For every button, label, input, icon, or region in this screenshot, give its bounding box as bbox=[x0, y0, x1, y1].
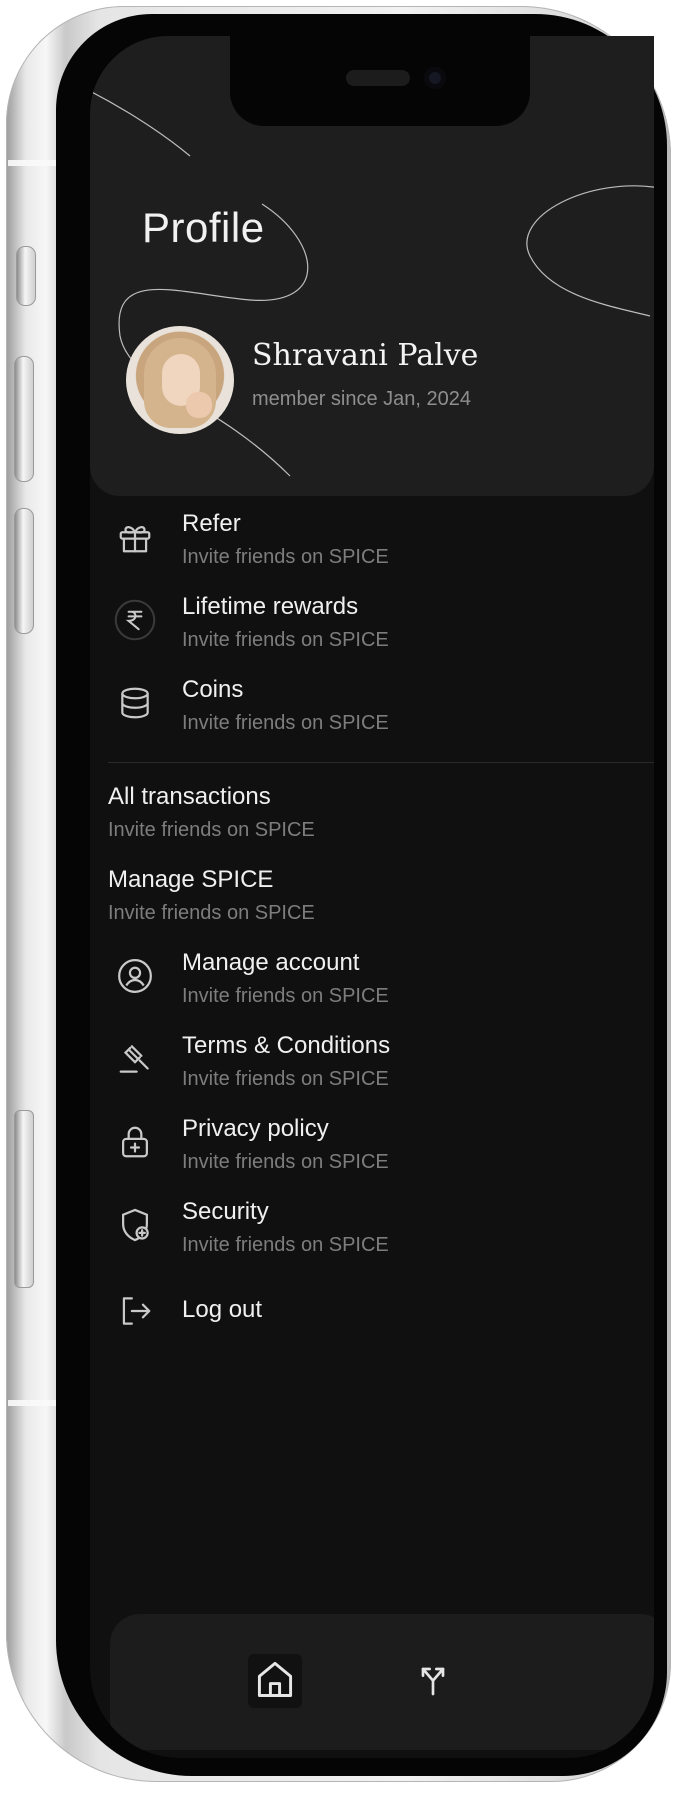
menu-item-title: Refer bbox=[182, 510, 241, 537]
logout-icon bbox=[112, 1288, 158, 1334]
menu-item-subtitle: Invite friends on SPICE bbox=[182, 629, 389, 651]
bottom-nav bbox=[110, 1614, 654, 1750]
front-camera bbox=[424, 67, 446, 89]
profile-header: Profile Shravani Palve member since Jan,… bbox=[90, 36, 654, 496]
menu-item-privacy[interactable]: Privacy policy Invite friends on SPICE bbox=[90, 1111, 654, 1181]
speaker-grille bbox=[346, 70, 410, 86]
coins-icon bbox=[112, 680, 158, 726]
user-circle-icon bbox=[112, 953, 158, 999]
volume-up-button bbox=[14, 356, 34, 482]
menu-item-subtitle: Invite friends on SPICE bbox=[182, 1151, 389, 1173]
app-screen: Profile Shravani Palve member since Jan,… bbox=[90, 36, 654, 1758]
menu-item-title: All transactions bbox=[108, 783, 271, 810]
home-icon bbox=[253, 1657, 297, 1706]
avatar[interactable] bbox=[126, 326, 234, 434]
menu-item-title: Coins bbox=[182, 676, 244, 703]
menu-item-refer[interactable]: Refer Invite friends on SPICE bbox=[90, 506, 654, 576]
menu-item-subtitle: Invite friends on SPICE bbox=[182, 546, 389, 568]
menu-item-subtitle: Invite friends on SPICE bbox=[108, 902, 315, 924]
menu-item-manage-account[interactable]: Manage account Invite friends on SPICE bbox=[90, 945, 654, 1015]
menu-item-title: Manage account bbox=[182, 949, 360, 976]
menu-item-title: Lifetime rewards bbox=[182, 593, 359, 620]
menu-item-subtitle: Invite friends on SPICE bbox=[182, 985, 389, 1007]
menu-item-subtitle: Invite friends on SPICE bbox=[182, 712, 389, 734]
menu-item-subtitle: Invite friends on SPICE bbox=[182, 1068, 389, 1090]
menu-item-subtitle: Invite friends on SPICE bbox=[108, 819, 315, 841]
menu-item-title: Privacy policy bbox=[182, 1115, 329, 1142]
section-divider bbox=[108, 762, 654, 763]
member-since: member since Jan, 2024 bbox=[252, 388, 472, 410]
nav-home[interactable] bbox=[248, 1654, 302, 1708]
menu-item-title: Security bbox=[182, 1198, 269, 1225]
menu-item-terms[interactable]: Terms & Conditions Invite friends on SPI… bbox=[90, 1028, 654, 1098]
phone-mockup: Profile Shravani Palve member since Jan,… bbox=[0, 0, 678, 1793]
rupee-icon bbox=[112, 597, 158, 643]
menu-item-title: Terms & Conditions bbox=[182, 1032, 391, 1059]
nav-routes[interactable] bbox=[406, 1654, 460, 1708]
lock-icon bbox=[112, 1119, 158, 1165]
page-title: Profile bbox=[142, 204, 265, 251]
gift-icon bbox=[112, 514, 158, 560]
menu-item-title: Manage SPICE bbox=[108, 866, 274, 893]
sim-tray bbox=[14, 1110, 34, 1288]
user-name: Shravani Palve bbox=[252, 338, 479, 373]
menu-item-subtitle: Invite friends on SPICE bbox=[182, 1234, 389, 1256]
menu-item-coins[interactable]: Coins Invite friends on SPICE bbox=[90, 672, 654, 742]
menu-item-all-transactions[interactable]: All transactions Invite friends on SPICE bbox=[90, 779, 654, 849]
route-split-icon bbox=[413, 1659, 453, 1704]
menu-item-title: Log out bbox=[182, 1296, 263, 1323]
mute-switch bbox=[16, 246, 36, 306]
phone-notch bbox=[230, 36, 530, 126]
shield-plus-icon bbox=[112, 1202, 158, 1248]
menu-item-security[interactable]: Security Invite friends on SPICE bbox=[90, 1194, 654, 1264]
logout-button[interactable]: Log out bbox=[90, 1286, 654, 1342]
menu-item-lifetime-rewards[interactable]: Lifetime rewards Invite friends on SPICE bbox=[90, 589, 654, 659]
menu-item-manage-spice[interactable]: Manage SPICE Invite friends on SPICE bbox=[90, 862, 654, 932]
gavel-icon bbox=[112, 1036, 158, 1082]
volume-down-button bbox=[14, 508, 34, 634]
